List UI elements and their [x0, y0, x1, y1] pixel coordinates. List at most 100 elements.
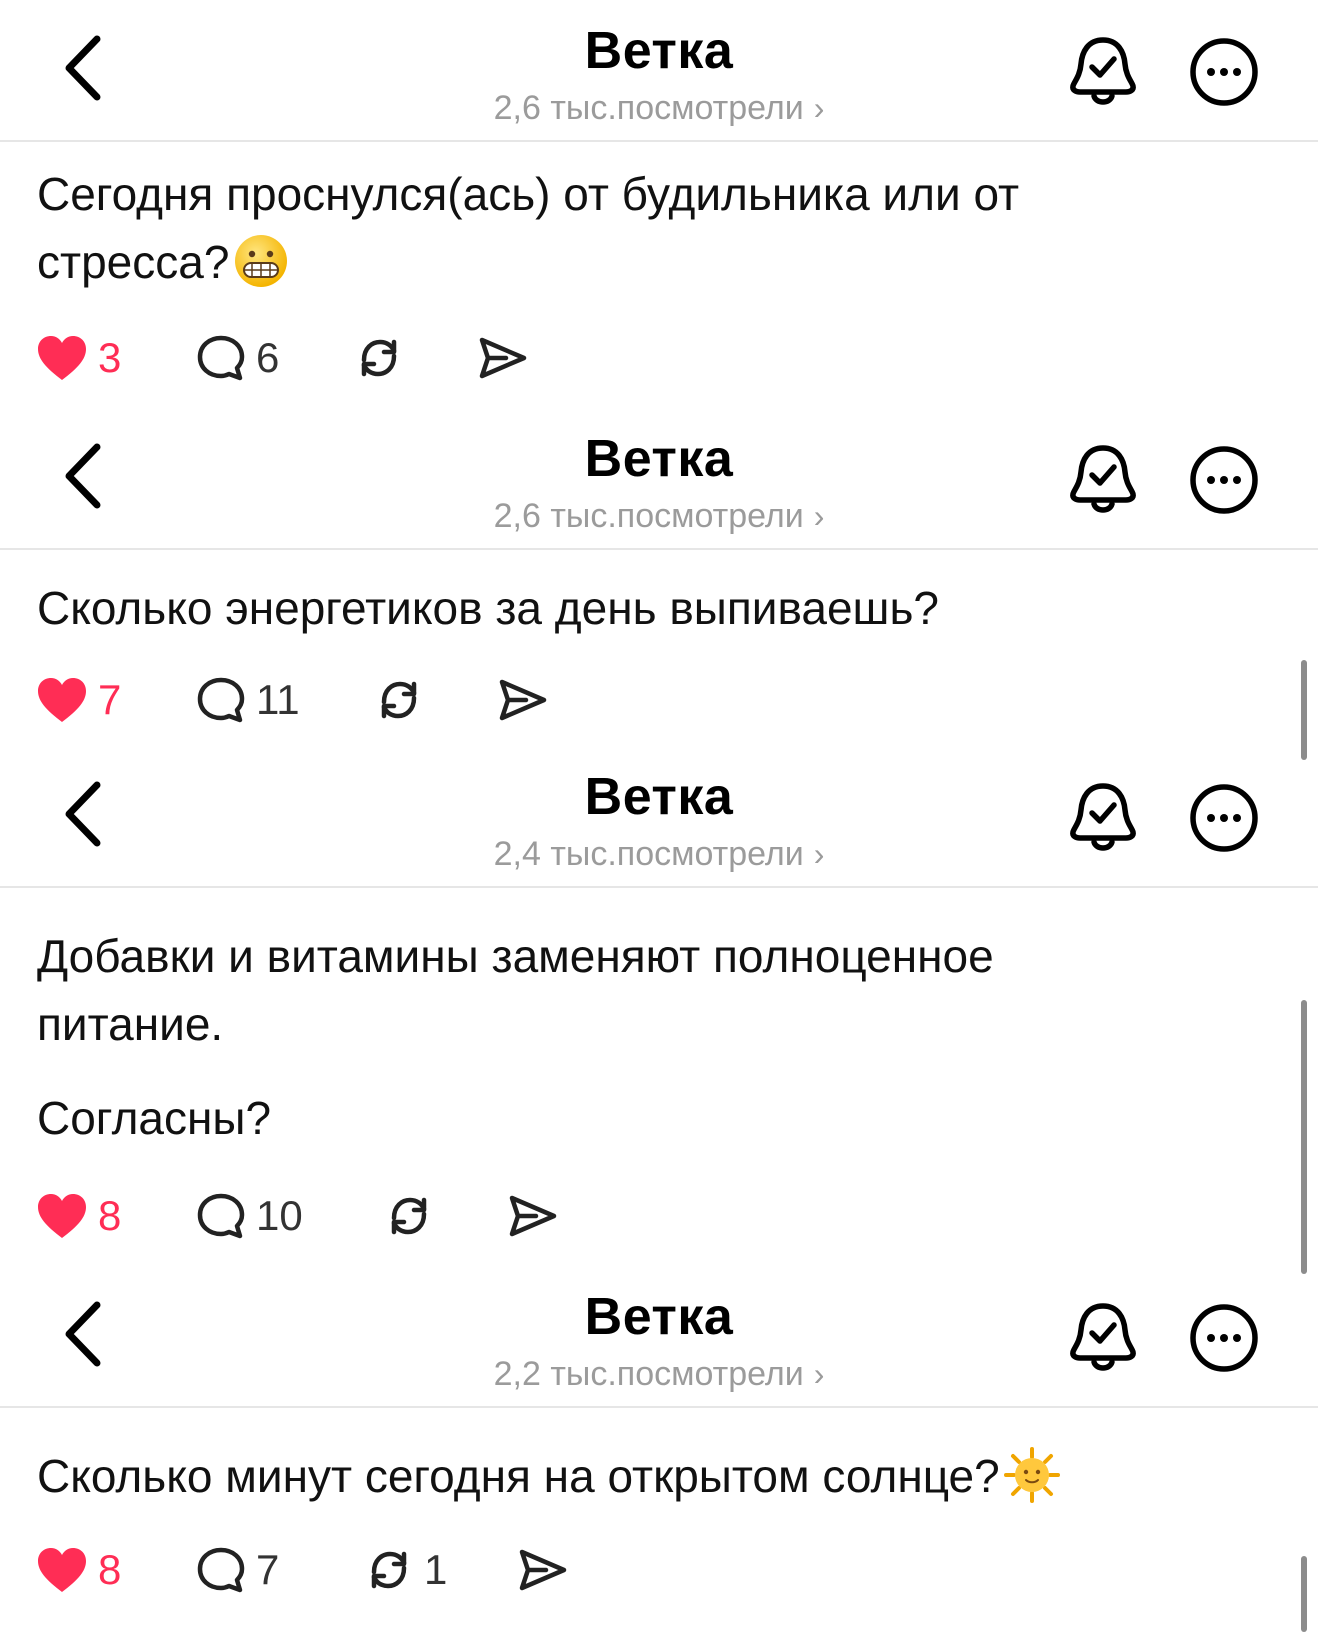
back-button[interactable]: [50, 776, 116, 852]
back-button[interactable]: [50, 30, 116, 106]
bell-check-icon: [1070, 445, 1136, 513]
views-count: 2,2 тыс.посмотрели: [493, 1355, 804, 1393]
share-button[interactable]: [476, 328, 528, 388]
share-button[interactable]: [506, 1186, 558, 1246]
scrollbar[interactable]: [1301, 1556, 1307, 1632]
header-divider: [0, 886, 1318, 888]
ellipsis-circle-icon: [1190, 446, 1258, 514]
header-divider: [0, 140, 1318, 142]
like-button[interactable]: 7: [36, 670, 121, 730]
comment-button[interactable]: 6: [196, 328, 279, 388]
repost-arrows-icon: [381, 681, 417, 719]
heart-filled-icon: [38, 1548, 86, 1592]
post-line-text: стресса?: [37, 236, 230, 288]
header-title-block[interactable]: Ветка 2,6 тыс.посмотрели ›: [359, 428, 959, 538]
like-button[interactable]: 3: [36, 328, 121, 388]
post-line-text: Сколько минут сегодня на открытом солнце…: [37, 1450, 1000, 1502]
post-actions: 8 10: [36, 1186, 1236, 1246]
header-title-block[interactable]: Ветка 2,2 тыс.посмотрели ›: [359, 1286, 959, 1396]
post-line: стресса?: [37, 228, 1267, 296]
back-button[interactable]: [50, 1296, 116, 1372]
post-actions: 3 6: [36, 328, 1236, 388]
bell-check-button[interactable]: [1068, 442, 1138, 516]
ellipsis-circle-icon: [1190, 1304, 1258, 1372]
repost-button[interactable]: 1: [364, 1540, 447, 1600]
comment-button[interactable]: 11: [196, 670, 300, 730]
views-count: 2,6 тыс.посмотрели: [493, 89, 804, 127]
speech-bubble-icon: [197, 335, 245, 381]
post-line: Сегодня проснулся(ась) от будильника или…: [37, 168, 1020, 220]
repost-button[interactable]: [374, 670, 434, 730]
bell-check-button[interactable]: [1068, 1300, 1138, 1374]
more-options-button[interactable]: [1188, 444, 1260, 516]
chevron-left-icon: [65, 35, 101, 101]
views-count-link[interactable]: 2,6 тыс.посмотрели ›: [359, 494, 959, 538]
bell-check-button[interactable]: [1068, 780, 1138, 854]
comment-button[interactable]: 10: [196, 1186, 303, 1246]
ellipsis-circle-icon: [1190, 784, 1258, 852]
reposts-count: 1: [424, 1546, 448, 1593]
paper-plane-icon: [479, 337, 527, 379]
likes-count: 8: [98, 1192, 122, 1239]
heart-filled-icon: [38, 1194, 86, 1238]
paper-plane-icon: [509, 1195, 557, 1237]
bell-check-icon: [1070, 783, 1136, 851]
repost-button[interactable]: [354, 328, 414, 388]
views-count-link[interactable]: 2,4 тыс.посмотрели ›: [359, 832, 959, 876]
post-actions: 8 7 1: [36, 1540, 1236, 1600]
page-title: Ветка: [584, 22, 734, 80]
comments-count: 7: [256, 1546, 280, 1593]
repost-button[interactable]: [384, 1186, 444, 1246]
scrollbar[interactable]: [1301, 660, 1307, 760]
thread-header: Ветка 2,6 тыс.посмотрели ›: [0, 0, 1318, 142]
post-text: Сколько энергетиков за день выпиваешь?: [37, 574, 1267, 642]
more-options-button[interactable]: [1188, 782, 1260, 854]
chevron-left-icon: [65, 1301, 101, 1367]
views-count: 2,4 тыс.посмотрели: [493, 835, 804, 873]
more-options-button[interactable]: [1188, 36, 1260, 108]
page-title: Ветка: [584, 768, 734, 826]
comments-count: 11: [256, 676, 300, 723]
paper-plane-icon: [519, 1549, 567, 1591]
post-line: Согласны?: [37, 1092, 272, 1144]
scrollbar[interactable]: [1301, 1000, 1307, 1274]
header-title-block[interactable]: Ветка 2,4 тыс.посмотрели ›: [359, 766, 959, 876]
repost-arrows-icon: [361, 339, 397, 377]
like-button[interactable]: 8: [36, 1186, 121, 1246]
post-text: Сегодня проснулся(ась) от будильника или…: [37, 160, 1267, 296]
sun-with-face-emoji: [1003, 1446, 1060, 1503]
header-divider: [0, 548, 1318, 550]
chevron-right-icon: ›: [813, 836, 825, 872]
post-text: Сколько минут сегодня на открытом солнце…: [37, 1442, 1267, 1510]
comment-button[interactable]: 7: [196, 1540, 279, 1600]
post-actions: 7 11: [36, 670, 1236, 730]
grimacing-face-emoji: [235, 234, 288, 287]
bell-check-button[interactable]: [1068, 34, 1138, 108]
views-count-link[interactable]: 2,6 тыс.посмотрели ›: [359, 86, 959, 130]
likes-count: 7: [98, 676, 122, 723]
chevron-right-icon: ›: [813, 1356, 825, 1392]
bell-check-icon: [1070, 1303, 1136, 1371]
like-button[interactable]: 8: [36, 1540, 121, 1600]
post-line: Сколько энергетиков за день выпиваешь?: [37, 582, 939, 634]
likes-count: 8: [98, 1546, 122, 1593]
thread-header: Ветка 2,4 тыс.посмотрели ›: [0, 746, 1318, 888]
speech-bubble-icon: [197, 677, 245, 723]
chevron-right-icon: ›: [813, 90, 825, 126]
post-line: питание.: [37, 998, 224, 1050]
ellipsis-circle-icon: [1190, 38, 1258, 106]
thread-header: Ветка 2,6 тыс.посмотрели ›: [0, 408, 1318, 550]
views-count-link[interactable]: 2,2 тыс.посмотрели ›: [359, 1352, 959, 1396]
repost-arrows-icon: [391, 1197, 427, 1235]
comments-count: 6: [256, 334, 280, 381]
chevron-left-icon: [65, 781, 101, 847]
more-options-button[interactable]: [1188, 1302, 1260, 1374]
heart-filled-icon: [38, 336, 86, 380]
share-button[interactable]: [516, 1540, 568, 1600]
share-button[interactable]: [496, 670, 548, 730]
heart-filled-icon: [38, 678, 86, 722]
header-title-block[interactable]: Ветка 2,6 тыс.посмотрели ›: [359, 20, 959, 130]
back-button[interactable]: [50, 438, 116, 514]
page-title: Ветка: [584, 430, 734, 488]
